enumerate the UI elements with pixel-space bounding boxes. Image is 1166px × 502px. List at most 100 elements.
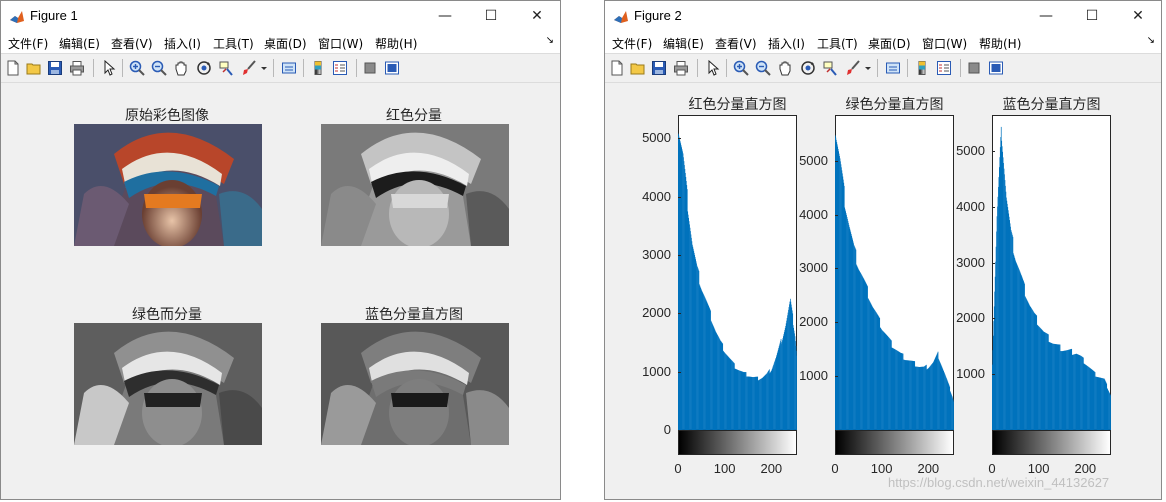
x-tick-label: 200 bbox=[1074, 461, 1097, 476]
data-cursor-icon[interactable] bbox=[822, 60, 838, 76]
menu-edit[interactable]: 编辑(E) bbox=[59, 35, 100, 52]
menu-view[interactable]: 查看(V) bbox=[715, 35, 757, 52]
histogram-bars bbox=[992, 126, 1111, 430]
y-tick-mark bbox=[835, 322, 838, 324]
pointer-icon[interactable] bbox=[705, 60, 721, 76]
histogram-title: 蓝色分量直方图 bbox=[1002, 97, 1101, 113]
legend-icon[interactable] bbox=[332, 60, 348, 76]
x-tick-label: 200 bbox=[760, 461, 783, 476]
y-tick-mark bbox=[678, 196, 681, 198]
new-figure-icon[interactable] bbox=[609, 60, 625, 76]
toolbar-separator bbox=[122, 59, 123, 77]
pan-icon[interactable] bbox=[173, 60, 189, 76]
print-icon[interactable] bbox=[69, 60, 85, 76]
y-tick-label: 5000 bbox=[956, 143, 985, 159]
blue-channel-image bbox=[321, 323, 509, 445]
brush-dropdown-icon[interactable] bbox=[260, 60, 268, 76]
y-tick-label: 2000 bbox=[642, 305, 671, 321]
colorbar-icon[interactable] bbox=[914, 60, 930, 76]
close-button[interactable]: ✕ bbox=[514, 1, 560, 31]
zoom-in-icon[interactable] bbox=[733, 60, 749, 76]
y-tick-label: 3000 bbox=[956, 254, 985, 270]
y-tick-mark bbox=[678, 255, 681, 256]
toolbar-separator bbox=[960, 59, 961, 77]
y-tick-mark bbox=[835, 160, 838, 162]
subplot-title: 蓝色分量直方图 bbox=[365, 307, 463, 323]
minimize-button[interactable]: — bbox=[1023, 1, 1069, 31]
rotate-3d-icon[interactable] bbox=[800, 60, 816, 76]
toolbar-separator bbox=[273, 59, 274, 77]
red-channel-image bbox=[321, 124, 509, 246]
save-icon[interactable] bbox=[651, 60, 667, 76]
hide-plot-tools-icon[interactable] bbox=[966, 60, 982, 76]
histogram-bars bbox=[835, 135, 954, 430]
hide-plot-tools-icon[interactable] bbox=[362, 60, 378, 76]
close-button[interactable]: ✕ bbox=[1115, 1, 1161, 31]
link-plot-icon[interactable] bbox=[281, 60, 297, 76]
title-bar[interactable]: Figure 1 — ☐ ✕ bbox=[1, 1, 560, 31]
data-cursor-icon[interactable] bbox=[218, 60, 234, 76]
matlab-logo-icon bbox=[614, 11, 628, 23]
menu-file[interactable]: 文件(F) bbox=[612, 35, 652, 52]
maximize-button[interactable]: ☐ bbox=[468, 1, 514, 31]
brush-icon[interactable] bbox=[845, 60, 861, 76]
legend-icon[interactable] bbox=[936, 60, 952, 76]
brush-icon[interactable] bbox=[241, 60, 257, 76]
menu-desktop[interactable]: 桌面(D) bbox=[868, 35, 911, 52]
histogram-axes[interactable] bbox=[835, 115, 954, 430]
show-plot-tools-icon[interactable] bbox=[988, 60, 1004, 76]
menu-insert[interactable]: 插入(I) bbox=[768, 35, 805, 52]
toolbar-separator bbox=[907, 59, 908, 77]
x-tick-label: 0 bbox=[988, 461, 996, 476]
y-tick-label: 3000 bbox=[642, 247, 671, 262]
toolbar-separator bbox=[726, 59, 727, 77]
menu-desktop[interactable]: 桌面(D) bbox=[264, 35, 307, 52]
y-tick-mark bbox=[992, 374, 995, 376]
menu-tools[interactable]: 工具(T) bbox=[213, 35, 254, 52]
menu-file[interactable]: 文件(F) bbox=[8, 35, 48, 52]
y-tick-label: 4000 bbox=[642, 188, 671, 204]
menu-view[interactable]: 查看(V) bbox=[111, 35, 153, 52]
title-bar[interactable]: Figure 2 — ☐ ✕ bbox=[605, 1, 1161, 31]
open-file-icon[interactable] bbox=[26, 60, 42, 76]
new-figure-icon[interactable] bbox=[5, 60, 21, 76]
y-tick-label: 5000 bbox=[799, 152, 828, 168]
menu-edit[interactable]: 编辑(E) bbox=[663, 35, 704, 52]
pan-icon[interactable] bbox=[777, 60, 793, 76]
x-tick-label: 200 bbox=[917, 461, 940, 476]
figure-1-window: Figure 1 — ☐ ✕ 文件(F) 编辑(E) 查看(V) 插入(I) 工… bbox=[0, 0, 561, 500]
menu-help[interactable]: 帮助(H) bbox=[375, 35, 417, 52]
menu-dock-arrow-icon[interactable]: ↘ bbox=[546, 35, 554, 46]
watermark-text: https://blog.csdn.net/weixin_44132627 bbox=[888, 475, 1110, 490]
print-icon[interactable] bbox=[673, 60, 689, 76]
histogram-bars bbox=[678, 133, 797, 430]
link-plot-icon[interactable] bbox=[885, 60, 901, 76]
histogram-title: 红色分量直方图 bbox=[688, 97, 787, 113]
colorbar-icon[interactable] bbox=[310, 60, 326, 76]
y-tick-mark bbox=[992, 206, 995, 208]
menu-insert[interactable]: 插入(I) bbox=[164, 35, 201, 52]
maximize-button[interactable]: ☐ bbox=[1069, 1, 1115, 31]
open-file-icon[interactable] bbox=[630, 60, 646, 76]
menu-dock-arrow-icon[interactable]: ↘ bbox=[1147, 35, 1155, 46]
show-plot-tools-icon[interactable] bbox=[384, 60, 400, 76]
histogram-axes[interactable] bbox=[678, 115, 797, 430]
rotate-3d-icon[interactable] bbox=[196, 60, 212, 76]
zoom-in-icon[interactable] bbox=[129, 60, 145, 76]
toolbar-separator bbox=[93, 59, 94, 77]
y-tick-label: 1000 bbox=[799, 368, 828, 384]
zoom-out-icon[interactable] bbox=[151, 60, 167, 76]
menu-help[interactable]: 帮助(H) bbox=[979, 35, 1021, 52]
zoom-out-icon[interactable] bbox=[755, 60, 771, 76]
minimize-button[interactable]: — bbox=[422, 1, 468, 31]
save-icon[interactable] bbox=[47, 60, 63, 76]
y-tick-label: 1000 bbox=[642, 363, 671, 379]
menu-window[interactable]: 窗口(W) bbox=[922, 35, 967, 52]
y-tick-mark bbox=[992, 151, 995, 153]
menu-tools[interactable]: 工具(T) bbox=[817, 35, 858, 52]
pointer-icon[interactable] bbox=[101, 60, 117, 76]
histogram-axes[interactable] bbox=[992, 115, 1111, 430]
brush-dropdown-icon[interactable] bbox=[864, 60, 872, 76]
menu-window[interactable]: 窗口(W) bbox=[318, 35, 363, 52]
x-tick-label: 100 bbox=[713, 461, 736, 476]
